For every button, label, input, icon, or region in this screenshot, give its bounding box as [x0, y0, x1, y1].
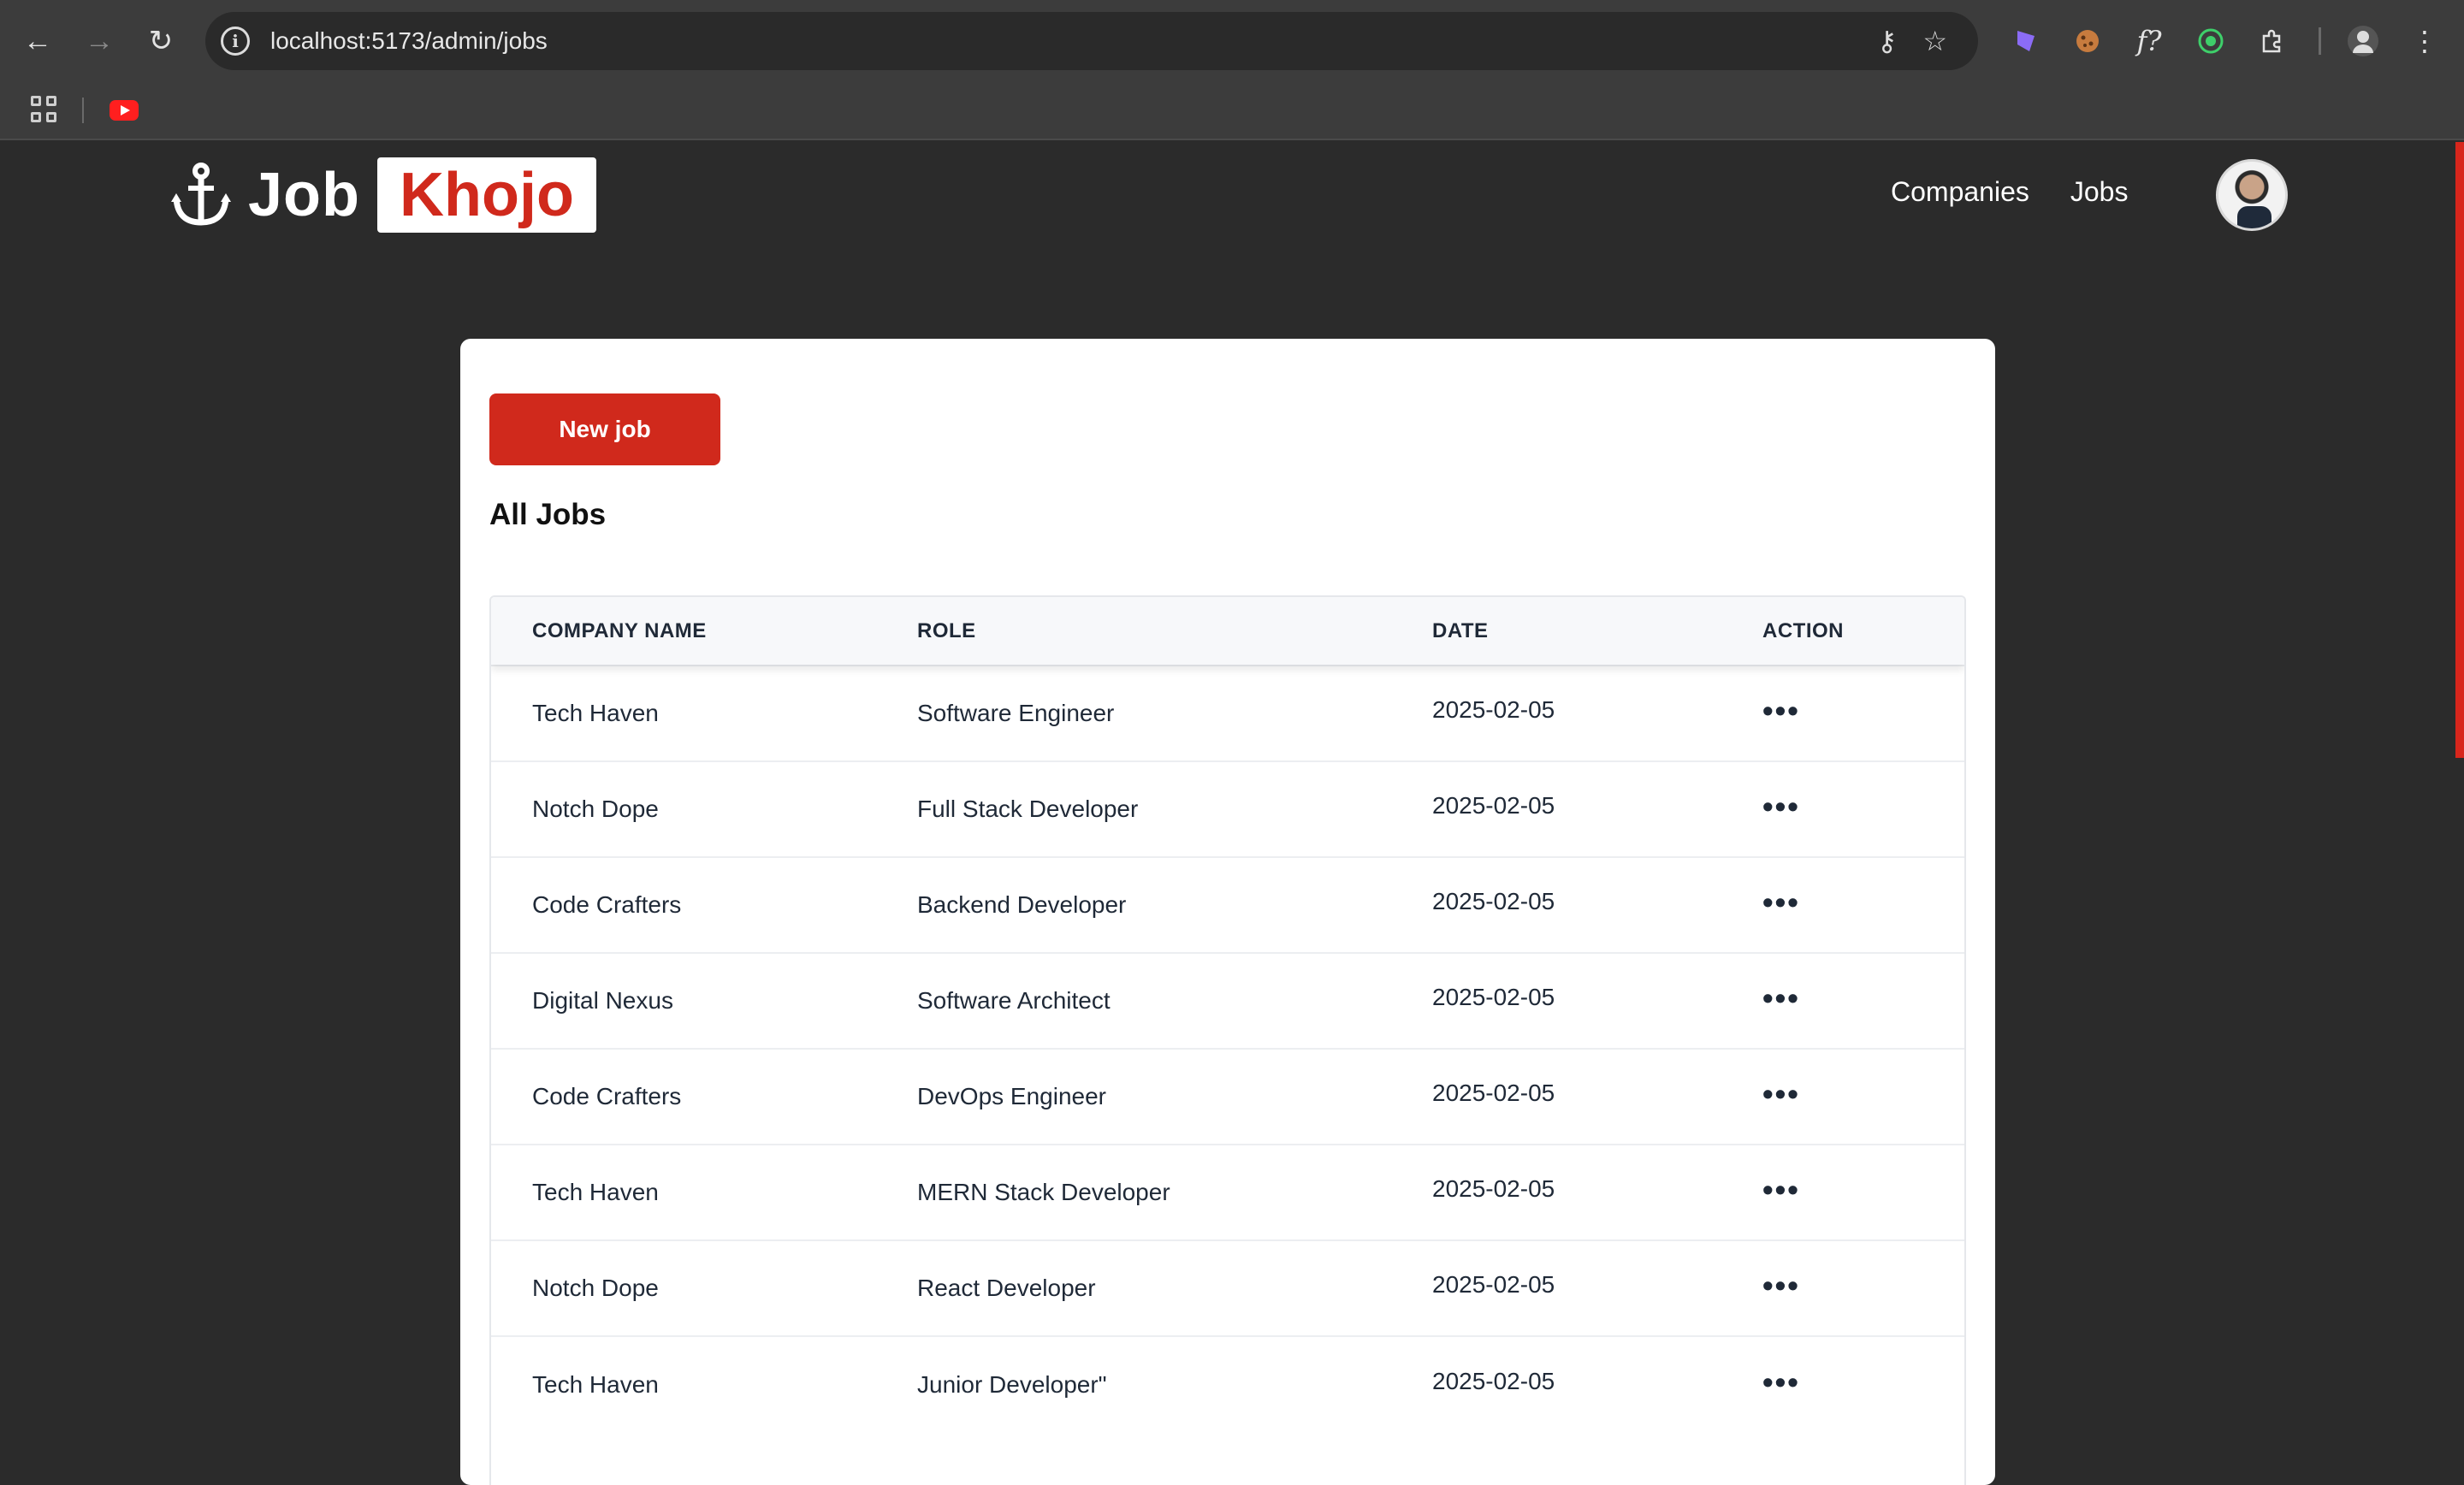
cell-role: Junior Developer": [917, 1370, 1107, 1398]
page-title: All Jobs: [489, 498, 607, 531]
table-row: Tech Haven Software Engineer 2025-02-05 …: [491, 666, 1964, 761]
target-extension-icon[interactable]: [2189, 19, 2233, 63]
password-key-icon[interactable]: ⚷: [1877, 25, 1897, 57]
row-actions-more-icon[interactable]: •••: [1762, 1079, 1800, 1109]
cell-date: 2025-02-05: [1432, 888, 1555, 914]
logo-text-khojo: Khojo: [377, 157, 596, 233]
reload-icon[interactable]: ↻: [140, 21, 181, 62]
site-info-icon[interactable]: i: [221, 27, 250, 56]
cell-date: 2025-02-05: [1432, 984, 1555, 1010]
table-row: Notch Dope Full Stack Developer 2025-02-…: [491, 761, 1964, 857]
url-text[interactable]: localhost:5173/admin/jobs: [270, 27, 548, 55]
toolbar-divider: [2319, 27, 2321, 55]
apps-grid-icon[interactable]: [31, 96, 58, 123]
cell-role: React Developer: [917, 1275, 1096, 1301]
header-action: ACTION: [1762, 618, 1844, 642]
header-role: ROLE: [917, 618, 976, 642]
row-actions-more-icon[interactable]: •••: [1762, 983, 1800, 1014]
anchor-icon: [171, 163, 231, 226]
cell-company: Code Crafters: [532, 891, 682, 918]
browser-toolbar: ← → ↻ i localhost:5173/admin/jobs ⚷ ☆ f?…: [0, 0, 2464, 82]
row-actions-more-icon[interactable]: •••: [1762, 1366, 1800, 1397]
table-row: Notch Dope React Developer 2025-02-05 ••…: [491, 1240, 1964, 1336]
cell-date: 2025-02-05: [1432, 1271, 1555, 1298]
browser-menu-icon[interactable]: ⋮: [2402, 19, 2447, 63]
cell-date: 2025-02-05: [1432, 1367, 1555, 1394]
jobs-table-container: COMPANY NAME ROLE DATE ACTION Tech Haven…: [489, 595, 1966, 1485]
cell-company: Notch Dope: [532, 1275, 659, 1301]
cell-company: Digital Nexus: [532, 987, 673, 1014]
new-job-button[interactable]: New job: [489, 393, 720, 465]
cell-date: 2025-02-05: [1432, 792, 1555, 819]
youtube-bookmark-icon[interactable]: [110, 100, 139, 121]
cell-role: DevOps Engineer: [917, 1083, 1107, 1109]
nav-jobs-link[interactable]: Jobs: [2070, 176, 2129, 208]
forward-icon[interactable]: →: [79, 21, 120, 62]
table-row: Tech Haven Junior Developer" 2025-02-05 …: [491, 1336, 1964, 1432]
cell-role: Software Architect: [917, 987, 1111, 1014]
back-icon[interactable]: ←: [17, 21, 58, 62]
cell-date: 2025-02-05: [1432, 696, 1555, 723]
main-nav: Companies Jobs: [1891, 176, 2128, 208]
extension-purple-icon[interactable]: [2004, 19, 2048, 63]
cell-company: Tech Haven: [532, 700, 659, 726]
bookmark-bar: [0, 82, 2464, 140]
bookmark-divider: [82, 98, 84, 123]
cell-role: Full Stack Developer: [917, 796, 1139, 822]
cell-company: Tech Haven: [532, 1370, 659, 1398]
address-bar[interactable]: i localhost:5173/admin/jobs ⚷ ☆: [205, 12, 1978, 70]
site-logo[interactable]: Job Khojo: [171, 157, 596, 233]
logo-text-job: Job: [248, 161, 361, 229]
cell-role: Backend Developer: [917, 891, 1127, 918]
font-finder-icon[interactable]: f?: [2127, 19, 2171, 63]
row-actions-more-icon[interactable]: •••: [1762, 1174, 1800, 1205]
row-actions-more-icon[interactable]: •••: [1762, 791, 1800, 822]
table-row: Tech Haven MERN Stack Developer 2025-02-…: [491, 1145, 1964, 1240]
row-actions-more-icon[interactable]: •••: [1762, 887, 1800, 918]
cell-date: 2025-02-05: [1432, 1175, 1555, 1202]
jobs-card: New job All Jobs COMPANY NAME ROLE DATE …: [460, 339, 1995, 1485]
cell-date: 2025-02-05: [1432, 1080, 1555, 1106]
row-actions-more-icon[interactable]: •••: [1762, 695, 1800, 726]
table-row: Code Crafters Backend Developer 2025-02-…: [491, 857, 1964, 953]
cell-role: MERN Stack Developer: [917, 1179, 1170, 1205]
bookmark-star-icon[interactable]: ☆: [1922, 25, 1947, 57]
profile-icon[interactable]: [2341, 19, 2385, 63]
header-date: DATE: [1432, 618, 1489, 642]
table-row: Digital Nexus Software Architect 2025-02…: [491, 953, 1964, 1049]
jobs-table: COMPANY NAME ROLE DATE ACTION Tech Haven…: [491, 597, 1964, 1432]
cell-company: Code Crafters: [532, 1083, 682, 1109]
header-company-name: COMPANY NAME: [532, 618, 707, 642]
cell-company: Tech Haven: [532, 1179, 659, 1205]
scrollbar-indicator[interactable]: [2455, 142, 2464, 758]
extensions-puzzle-icon[interactable]: [2250, 19, 2295, 63]
nav-companies-link[interactable]: Companies: [1891, 176, 2029, 208]
row-actions-more-icon[interactable]: •••: [1762, 1270, 1800, 1301]
cell-company: Notch Dope: [532, 796, 659, 822]
cookie-icon[interactable]: [2065, 19, 2110, 63]
table-row: Code Crafters DevOps Engineer 2025-02-05…: [491, 1049, 1964, 1145]
cell-role: Software Engineer: [917, 700, 1115, 726]
user-avatar[interactable]: [2216, 159, 2288, 231]
table-header-row: COMPANY NAME ROLE DATE ACTION: [491, 597, 1964, 666]
